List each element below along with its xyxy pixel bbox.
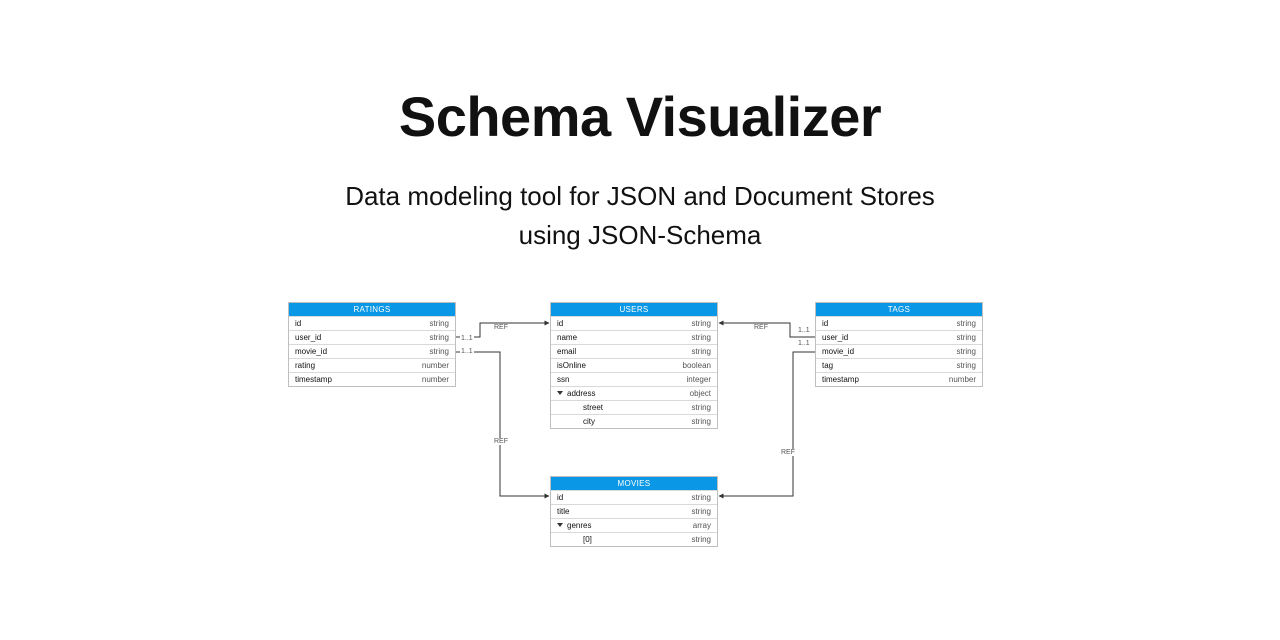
field-name: movie_id [295, 347, 327, 356]
field-name: id [295, 319, 301, 328]
edge-ref-label: REF [780, 449, 796, 456]
table-row[interactable]: timestamp number [289, 372, 455, 386]
edge-card-label: 1..1 [460, 335, 474, 342]
edge-ref-label: REF [493, 438, 509, 445]
field-type: string [956, 361, 976, 370]
field-type: string [691, 535, 711, 544]
table-users[interactable]: USERS id string name string email string is… [550, 302, 718, 429]
subtitle-line2: using JSON-Schema [519, 220, 762, 250]
field-name: rating [295, 361, 315, 370]
table-row[interactable]: id string [551, 490, 717, 504]
table-row[interactable]: ssn integer [551, 372, 717, 386]
table-header-tags: TAGS [816, 303, 982, 316]
table-row[interactable]: id string [816, 316, 982, 330]
field-type: integer [687, 375, 711, 384]
field-name: email [557, 347, 576, 356]
field-type: boolean [683, 361, 711, 370]
field-type: string [429, 347, 449, 356]
edge-card-label: 1..1 [460, 348, 474, 355]
edge-ref-label: REF [753, 324, 769, 331]
field-type: string [429, 319, 449, 328]
field-type: string [956, 347, 976, 356]
edge-ref-label: REF [493, 324, 509, 331]
field-type: object [690, 389, 711, 398]
chevron-down-icon[interactable] [557, 523, 563, 527]
field-type: string [691, 403, 711, 412]
field-name: timestamp [295, 375, 332, 384]
field-name: id [557, 493, 563, 502]
diagram-canvas: REF 1..1 1..1 REF 1..1 1..1 REF REF RATI… [0, 292, 1280, 592]
table-row[interactable]: city string [551, 414, 717, 428]
field-name: [0] [557, 535, 592, 544]
field-name: isOnline [557, 361, 586, 370]
table-row[interactable]: genres array [551, 518, 717, 532]
field-type: number [949, 375, 976, 384]
field-type: string [691, 319, 711, 328]
table-tags[interactable]: TAGS idstring user_idstring movie_idstri… [815, 302, 983, 387]
field-name: address [557, 389, 595, 398]
field-type: string [429, 333, 449, 342]
chevron-down-icon[interactable] [557, 391, 563, 395]
field-type: number [422, 375, 449, 384]
table-movies[interactable]: MOVIES idstring titlestring genresarray … [550, 476, 718, 547]
field-type: string [691, 417, 711, 426]
field-name: genres [557, 521, 591, 530]
field-name: movie_id [822, 347, 854, 356]
field-type: string [691, 493, 711, 502]
field-type: string [691, 507, 711, 516]
table-header-movies: MOVIES [551, 477, 717, 490]
table-row[interactable]: rating number [289, 358, 455, 372]
table-row[interactable]: street string [551, 400, 717, 414]
edge-card-label: 1..1 [797, 340, 811, 347]
table-row[interactable]: movie_id string [289, 344, 455, 358]
table-row[interactable]: email string [551, 344, 717, 358]
field-type: string [691, 347, 711, 356]
field-type: string [956, 333, 976, 342]
table-row[interactable]: timestamp number [816, 372, 982, 386]
field-name: id [822, 319, 828, 328]
table-header-ratings: RATINGS [289, 303, 455, 316]
field-name: name [557, 333, 577, 342]
table-header-users: USERS [551, 303, 717, 316]
page-subtitle: Data modeling tool for JSON and Document… [0, 177, 1280, 255]
table-row[interactable]: id string [551, 316, 717, 330]
table-row[interactable]: user_id string [816, 330, 982, 344]
field-name: tag [822, 361, 833, 370]
table-row[interactable]: tag string [816, 358, 982, 372]
table-row[interactable]: address object [551, 386, 717, 400]
table-row[interactable]: id string [289, 316, 455, 330]
edge-card-label: 1..1 [797, 327, 811, 334]
field-type: string [691, 333, 711, 342]
table-row[interactable]: user_id string [289, 330, 455, 344]
field-type: number [422, 361, 449, 370]
field-name: title [557, 507, 569, 516]
field-name: user_id [822, 333, 848, 342]
field-name: street [557, 403, 603, 412]
field-name: timestamp [822, 375, 859, 384]
field-type: array [693, 521, 711, 530]
table-row[interactable]: isOnline boolean [551, 358, 717, 372]
table-row[interactable]: name string [551, 330, 717, 344]
field-name: city [557, 417, 595, 426]
table-row[interactable]: movie_id string [816, 344, 982, 358]
page-title: Schema Visualizer [0, 0, 1280, 149]
subtitle-line1: Data modeling tool for JSON and Document… [345, 181, 935, 211]
field-type: string [956, 319, 976, 328]
table-row[interactable]: [0] string [551, 532, 717, 546]
field-name: id [557, 319, 563, 328]
field-name: ssn [557, 375, 569, 384]
table-row[interactable]: title string [551, 504, 717, 518]
field-name: user_id [295, 333, 321, 342]
table-ratings[interactable]: RATINGS idstring user_idstring movie_ids… [288, 302, 456, 387]
